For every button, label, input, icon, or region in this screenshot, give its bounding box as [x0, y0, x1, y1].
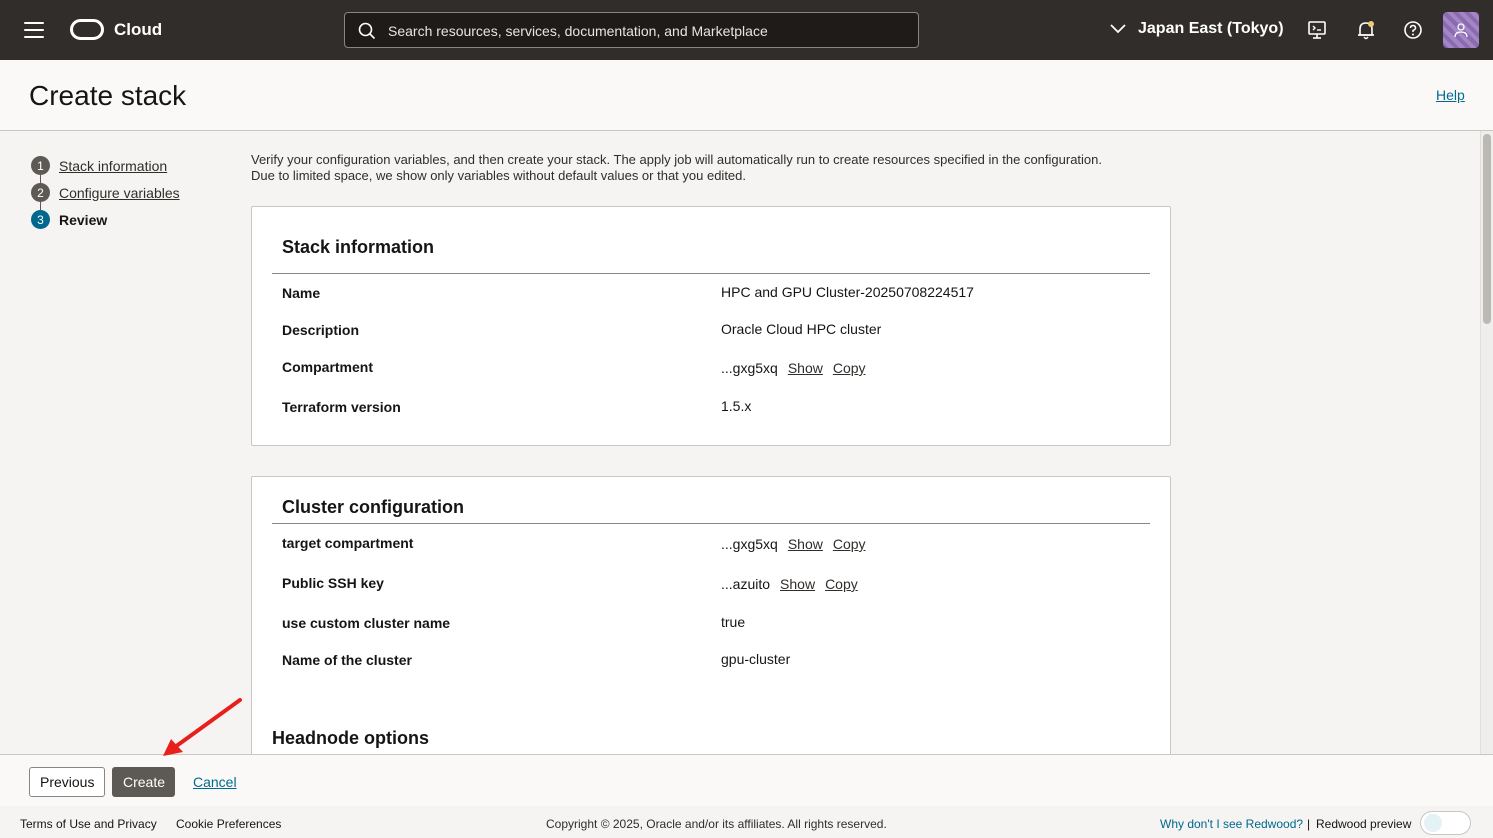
section-title: Cluster configuration	[282, 497, 465, 517]
use-custom-name-value: true	[721, 614, 746, 630]
step-label[interactable]: Stack information	[59, 158, 167, 174]
site-footer: Terms of Use and Privacy Cookie Preferen…	[0, 806, 1493, 838]
use-custom-name-label: use custom cluster name	[282, 615, 451, 631]
section-title: Stack information	[282, 237, 435, 257]
terms-link[interactable]: Terms of Use and Privacy	[20, 817, 157, 831]
region-selector[interactable]: Japan East (Tokyo)	[1110, 20, 1284, 38]
action-bar: Previous Create Cancel	[0, 754, 1493, 806]
terraform-version-label: Terraform version	[282, 399, 401, 415]
stack-information-card: Stack information Name HPC and GPU Clust…	[251, 206, 1171, 446]
target-compartment-value: ...gxg5xq Show Copy	[721, 536, 866, 552]
copy-link[interactable]: Copy	[833, 536, 866, 552]
step-label: Review	[59, 211, 108, 228]
user-avatar[interactable]	[1443, 12, 1479, 48]
cluster-name-value: gpu-cluster	[721, 651, 791, 667]
step-label[interactable]: Configure variables	[59, 185, 180, 201]
help-link[interactable]: Help	[1436, 87, 1465, 103]
brand-name[interactable]: Cloud	[114, 20, 162, 40]
oracle-logo[interactable]	[70, 19, 104, 40]
terraform-version-value: 1.5.x	[721, 398, 752, 414]
cancel-link[interactable]: Cancel	[193, 774, 237, 790]
public-ssh-key-label: Public SSH key	[282, 575, 384, 591]
help-icon[interactable]	[1402, 19, 1424, 41]
compartment-label: Compartment	[282, 359, 374, 375]
redwood-question-link[interactable]: Why don't I see Redwood?	[1160, 817, 1303, 831]
copyright-text: Copyright © 2025, Oracle and/or its affi…	[546, 817, 887, 831]
page-header: Create stack Help	[0, 60, 1493, 131]
cookie-preferences-link[interactable]: Cookie Preferences	[176, 817, 281, 831]
redwood-preview-toggle[interactable]	[1420, 811, 1471, 835]
redwood-preview-label: Redwood preview	[1316, 817, 1412, 831]
compartment-value: ...gxg5xq Show Copy	[721, 360, 866, 376]
description-label: Description	[282, 322, 360, 338]
search-icon	[358, 22, 376, 40]
bell-icon[interactable]	[1355, 19, 1377, 41]
divider	[272, 273, 1150, 274]
ssh-key-text: ...azuito	[721, 576, 771, 592]
copy-link[interactable]: Copy	[825, 576, 858, 592]
description-value: Oracle Cloud HPC cluster	[721, 321, 882, 337]
show-link[interactable]: Show	[780, 576, 815, 592]
menu-icon[interactable]	[24, 22, 44, 38]
region-label: Japan East (Tokyo)	[1138, 20, 1284, 37]
intro-text: Verify your configuration variables, and…	[251, 152, 1102, 183]
previous-button[interactable]: Previous	[29, 767, 105, 797]
wizard-steps: 1 Stack information 2 Configure variable…	[31, 152, 180, 233]
scrollbar-thumb[interactable]	[1483, 134, 1491, 324]
step-review: 3 Review	[31, 206, 180, 233]
create-button[interactable]: Create	[112, 767, 175, 797]
cluster-configuration-card: Cluster configuration target compartment…	[251, 476, 1171, 754]
step-configure-variables[interactable]: 2 Configure variables	[31, 179, 180, 210]
annotation-arrow-icon	[163, 698, 242, 756]
show-link[interactable]: Show	[788, 536, 823, 552]
name-value: HPC and GPU Cluster-20250708224517	[721, 284, 974, 300]
page-title: Create stack	[29, 80, 187, 111]
step-number: 3	[31, 210, 50, 229]
compartment-ocid: ...gxg5xq	[721, 360, 778, 376]
user-icon	[1454, 23, 1468, 38]
headnode-options-title: Headnode options	[272, 728, 429, 748]
target-compartment-label: target compartment	[282, 535, 414, 551]
cluster-name-label: Name of the cluster	[282, 652, 412, 668]
cloud-shell-icon[interactable]	[1306, 19, 1328, 41]
toggle-knob	[1424, 814, 1442, 832]
name-label: Name	[282, 285, 321, 301]
top-navigation-bar: Cloud Japan East (Tokyo)	[0, 0, 1493, 60]
main-content: 1 Stack information 2 Configure variable…	[0, 131, 1480, 754]
chevron-down-icon	[1110, 24, 1126, 34]
show-link[interactable]: Show	[788, 360, 823, 376]
scrollbar[interactable]	[1480, 131, 1493, 754]
search-input[interactable]	[388, 19, 908, 43]
footer-separator: |	[1307, 817, 1311, 831]
public-ssh-key-value: ...azuito Show Copy	[721, 576, 858, 592]
divider	[272, 523, 1150, 524]
step-stack-information[interactable]: 1 Stack information	[31, 152, 180, 183]
copy-link[interactable]: Copy	[833, 360, 866, 376]
target-compartment-ocid: ...gxg5xq	[721, 536, 778, 552]
search-box[interactable]	[344, 12, 919, 48]
